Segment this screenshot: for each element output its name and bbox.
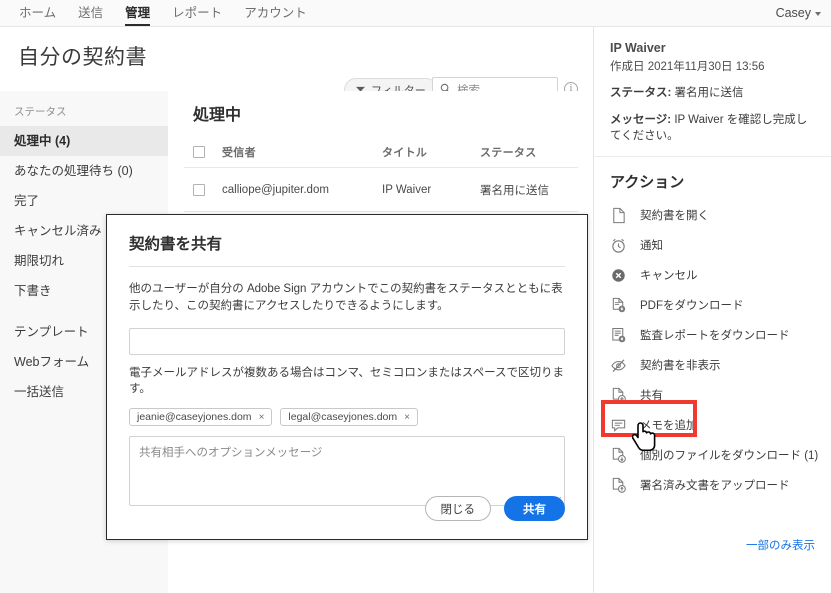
page-header: 自分の契約書 フィルター 検索 i (0, 27, 593, 103)
user-menu-label: Casey (775, 6, 811, 20)
nav-item-4[interactable]: アカウント (233, 0, 318, 26)
action-label: 契約書を非表示 (640, 360, 721, 372)
agreement-status-label: ステータス: (610, 87, 672, 99)
cell-title: IP Waiver (382, 183, 432, 196)
nav-item-3[interactable]: レポート (161, 0, 233, 26)
column-header-title: タイトル (382, 146, 428, 159)
agreement-status-line: ステータス: 署名用に送信 (610, 85, 815, 101)
action-label: メモを追加 (640, 420, 698, 432)
action-item-3[interactable]: PDFをダウンロード (594, 290, 831, 320)
dialog-button-row: 閉じる 共有 (424, 496, 565, 521)
table-header-row: 受信者 タイトル ステータス (184, 136, 578, 168)
chevron-down-icon (815, 11, 821, 16)
action-item-5[interactable]: 契約書を非表示 (594, 350, 831, 380)
share-agreement-dialog: 契約書を共有 他のユーザーが自分の Adobe Sign アカウントでこの契約書… (106, 214, 588, 540)
agreement-status-value: 署名用に送信 (674, 87, 744, 99)
nav-item-2[interactable]: 管理 (114, 0, 161, 26)
close-button[interactable]: 閉じる (424, 496, 491, 521)
action-label: 監査レポートをダウンロード (640, 330, 790, 342)
share-email-input[interactable] (129, 328, 565, 355)
action-label: 共有 (640, 390, 663, 402)
agreement-detail-panel: IP Waiver 作成日 2021年11月30日 13:56 ステータス: 署… (593, 27, 831, 593)
action-item-4[interactable]: 監査レポートをダウンロード (594, 320, 831, 350)
email-chip-list: jeanie@caseyjones.dom × legal@caseyjones.d… (107, 396, 587, 426)
show-less-link[interactable]: 一部のみ表示 (746, 537, 815, 553)
action-label: 個別のファイルをダウンロード (1) (640, 450, 819, 462)
action-label: PDFをダウンロード (640, 300, 744, 312)
agreement-created-date: 作成日 2021年11月30日 13:56 (610, 61, 765, 73)
email-chip[interactable]: jeanie@caseyjones.dom × (129, 408, 273, 426)
column-header-status: ステータス (480, 146, 537, 159)
action-label: 署名済み文書をアップロード (640, 480, 790, 492)
agreement-info-block: IP Waiver 作成日 2021年11月30日 13:56 ステータス: 署… (594, 27, 831, 157)
page-title: 自分の契約書 (18, 46, 147, 69)
nav-item-0[interactable]: ホーム (8, 0, 67, 26)
agreement-table: 受信者 タイトル ステータス calliope@jupiter.dom IP Wa… (184, 136, 578, 212)
audit-report-download-icon (610, 327, 627, 344)
agreement-message-label: メッセージ: (610, 114, 672, 126)
document-icon (610, 207, 627, 224)
file-upload-icon (610, 477, 627, 494)
sidebar-item-status-2[interactable]: 完了 (0, 186, 168, 216)
action-item-2[interactable]: キャンセル (594, 260, 831, 290)
nav-item-1[interactable]: 送信 (67, 0, 114, 26)
action-item-6[interactable]: 共有 (594, 380, 831, 410)
share-message-placeholder: 共有相手へのオプションメッセージ (139, 447, 323, 459)
user-menu[interactable]: Casey (776, 0, 821, 26)
table-row[interactable]: calliope@jupiter.dom IP Waiver 署名用に送信 (184, 168, 578, 212)
top-navigation-bar: ホーム 送信 管理 レポート アカウント Casey (0, 0, 831, 27)
actions-list: 契約書を開く 通知キャンセル PDFをダウンロード監査レポートをダウンロード 契約書を… (594, 200, 831, 500)
email-chip-label: jeanie@caseyjones.dom (137, 411, 252, 423)
action-item-1[interactable]: 通知 (594, 230, 831, 260)
action-label: 契約書を開く (640, 210, 709, 222)
agreement-message-line: メッセージ: IP Waiver を確認し完成してください。 (610, 112, 815, 144)
top-nav-items: ホーム 送信 管理 レポート アカウント (0, 0, 831, 26)
agreement-name: IP Waiver (610, 41, 666, 55)
action-label: キャンセル (640, 270, 698, 282)
pdf-download-icon (610, 297, 627, 314)
action-item-8[interactable]: 個別のファイルをダウンロード (1) (594, 440, 831, 470)
action-item-9[interactable]: 署名済み文書をアップロード (594, 470, 831, 500)
alarm-clock-icon (610, 237, 627, 254)
row-checkbox[interactable] (193, 183, 205, 196)
actions-heading: アクション (610, 174, 685, 191)
dialog-title: 契約書を共有 (129, 236, 223, 253)
share-button[interactable]: 共有 (504, 496, 565, 521)
share-document-icon (610, 387, 627, 404)
cell-recipient: calliope@jupiter.dom (222, 183, 329, 196)
list-title: 処理中 (193, 107, 242, 124)
eye-off-icon (610, 357, 627, 374)
select-all-checkbox[interactable] (193, 145, 205, 158)
cancel-circle-icon (610, 267, 627, 284)
column-header-recipient: 受信者 (222, 146, 256, 159)
file-download-icon (610, 447, 627, 464)
app-root: ホーム送信管理レポートアカウント Casey 自分の契約書 フィルター 検索 i… (0, 0, 831, 593)
row-select-cell (184, 183, 222, 196)
remove-chip-icon[interactable]: × (259, 412, 265, 423)
email-chip-label: legal@caseyjones.dom (288, 411, 398, 423)
action-label: 通知 (640, 240, 663, 252)
cell-status: 署名用に送信 (480, 184, 549, 197)
table-body: calliope@jupiter.dom IP Waiver 署名用に送信 (184, 168, 578, 212)
sidebar-section-label: ステータス (14, 106, 67, 118)
action-item-0[interactable]: 契約書を開く (594, 200, 831, 230)
select-all-cell (184, 145, 222, 158)
share-email-hint: 電子メールアドレスが複数ある場合はコンマ、セミコロンまたはスペースで区切ります。 (129, 367, 565, 395)
action-item-7[interactable]: メモを追加 (594, 410, 831, 440)
remove-chip-icon[interactable]: × (404, 412, 410, 423)
dialog-description: 他のユーザーが自分の Adobe Sign アカウントでこの契約書をステータスと… (129, 283, 563, 312)
note-icon (610, 417, 627, 434)
sidebar-item-status-0[interactable]: 処理中 (4) (0, 126, 168, 156)
sidebar-item-status-1[interactable]: あなたの処理待ち (0) (0, 156, 168, 186)
email-chip[interactable]: legal@caseyjones.dom × (280, 408, 418, 426)
